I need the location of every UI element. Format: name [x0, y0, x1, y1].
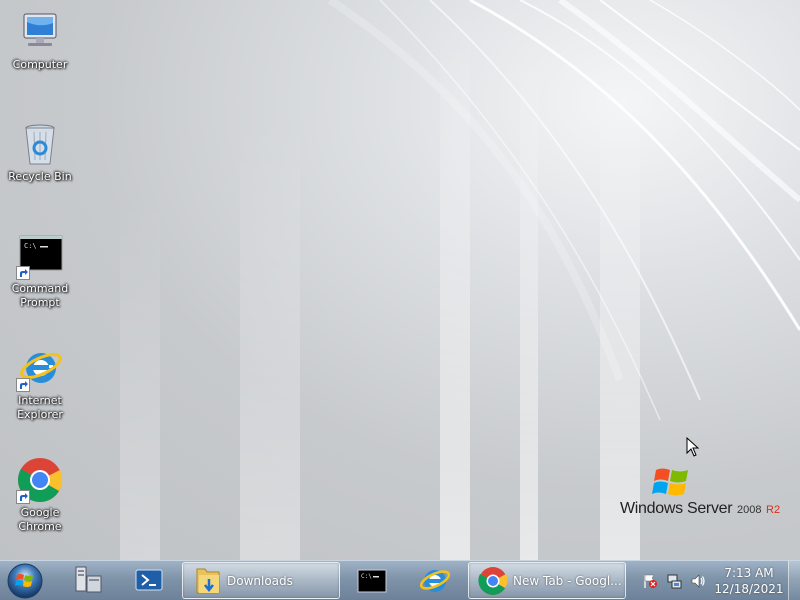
action-center-flag-icon[interactable] — [642, 573, 658, 593]
clock-date: 12/18/2021 — [714, 582, 784, 596]
taskbar-powershell[interactable] — [128, 562, 170, 599]
svg-text:C:\: C:\ — [361, 573, 372, 580]
internet-explorer-icon — [16, 344, 64, 392]
desktop-icon-label: Internet Explorer — [17, 394, 63, 421]
taskbar-internet-explorer[interactable] — [412, 562, 456, 599]
windows-server-logo: Windows Server 2008 R2 — [620, 466, 790, 526]
shortcut-arrow-icon — [16, 490, 30, 504]
windows-flag-icon — [652, 466, 692, 504]
desktop-icon-label: Google Chrome — [18, 506, 62, 533]
system-clock[interactable]: 7:13 AM 12/18/2021 — [712, 565, 786, 597]
start-button[interactable] — [6, 562, 44, 600]
taskbar-item-label: Downloads — [227, 574, 293, 588]
desktop[interactable]: Computer Recycle Bin C:\ Command Prompt … — [0, 0, 800, 560]
powershell-icon — [135, 569, 163, 591]
command-prompt-icon: C:\ — [16, 232, 64, 280]
desktop-icon-internet-explorer[interactable]: Internet Explorer — [4, 344, 76, 422]
show-desktop-button[interactable] — [788, 561, 800, 600]
volume-icon[interactable] — [690, 573, 706, 593]
clock-time: 7:13 AM — [724, 566, 774, 580]
recycle-bin-icon — [16, 120, 64, 168]
desktop-icon-label: Computer — [12, 58, 68, 71]
desktop-icon-computer[interactable]: Computer — [4, 8, 76, 72]
desktop-icon-command-prompt[interactable]: C:\ Command Prompt — [4, 232, 76, 310]
google-chrome-icon — [478, 567, 508, 595]
desktop-icon-google-chrome[interactable]: Google Chrome — [4, 456, 76, 534]
server-manager-icon — [75, 566, 102, 593]
taskbar-chrome-window[interactable]: New Tab - Googl... — [468, 562, 626, 599]
computer-icon — [16, 8, 64, 56]
shortcut-arrow-icon — [16, 378, 30, 392]
logo-edition-text: R2 — [766, 504, 781, 516]
google-chrome-icon — [16, 456, 64, 504]
taskbar: Downloads C:\ New Tab - Googl... 7:13 AM… — [0, 560, 800, 600]
command-prompt-icon: C:\ — [357, 569, 387, 593]
shortcut-arrow-icon — [16, 266, 30, 280]
taskbar-item-label: New Tab - Googl... — [513, 574, 622, 588]
logo-brand-text: Windows Server — [620, 500, 733, 517]
taskbar-server-manager[interactable] — [66, 562, 108, 599]
internet-explorer-icon — [419, 570, 451, 592]
folder-icon — [196, 568, 220, 594]
network-icon[interactable] — [666, 573, 682, 593]
logo-version-text: 2008 — [737, 504, 762, 516]
mouse-cursor-icon — [686, 436, 700, 461]
svg-text:C:\: C:\ — [24, 242, 37, 250]
windows-start-icon — [7, 563, 43, 599]
taskbar-command-prompt[interactable]: C:\ — [350, 562, 394, 599]
desktop-icon-recycle-bin[interactable]: Recycle Bin — [4, 120, 76, 184]
taskbar-downloads-window[interactable]: Downloads — [182, 562, 340, 599]
desktop-icon-label: Command Prompt — [11, 282, 69, 309]
desktop-icon-label: Recycle Bin — [8, 170, 72, 183]
